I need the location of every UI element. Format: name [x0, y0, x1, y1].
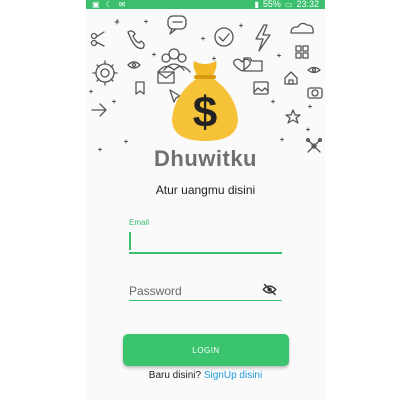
scissors-icon	[90, 31, 105, 47]
moon-icon: ☾	[105, 0, 113, 9]
status-time: 23:32	[296, 0, 319, 9]
email-field[interactable]	[129, 230, 282, 254]
signal-icon: ▮	[254, 0, 259, 9]
gear-icon	[92, 60, 118, 86]
cloud-icon	[290, 22, 314, 34]
email-label: Email	[129, 218, 150, 227]
battery-icon: ▭	[284, 0, 293, 9]
phone-call-icon	[127, 30, 145, 50]
chat-bubble-icon	[167, 15, 187, 35]
money-bag-logo: $	[172, 61, 238, 141]
camera-icon	[307, 87, 323, 99]
home-icon	[284, 71, 298, 85]
bookmark-icon	[135, 81, 145, 95]
signup-link[interactable]: SignUp disini	[204, 370, 262, 381]
status-left-icons: ▣ ☾ ✉	[92, 0, 125, 9]
signup-row: Baru disini? SignUp disini	[86, 370, 325, 381]
eye-doodle-right-icon	[307, 66, 321, 74]
app-subtitle: Atur uangmu disini	[155, 183, 256, 197]
svg-text:$: $	[193, 88, 217, 137]
signup-prompt: Baru disini?	[148, 370, 202, 381]
login-button[interactable]: LOGIN	[123, 334, 289, 366]
status-right-icons: ▮ 55% ▭ 23:32	[254, 0, 319, 9]
notification-icon: ▣	[92, 0, 100, 9]
password-visibility-off-icon[interactable]	[262, 283, 277, 296]
message-icon: ✉	[118, 0, 126, 9]
grid-icon	[295, 45, 309, 59]
checkmark-circle-icon	[214, 27, 234, 47]
status-bar: ▣ ☾ ✉ ▮ 55% ▭ 23:32	[86, 0, 325, 9]
image-icon	[253, 81, 269, 95]
eye-doodle-icon	[127, 61, 141, 69]
text-cursor	[129, 232, 131, 250]
app-title: Dhuwitku	[154, 146, 257, 171]
star-icon	[285, 109, 301, 124]
battery-percent: 55%	[262, 0, 281, 9]
phone-screen: ▣ ☾ ✉ ▮ 55% ▭ 23:32 $ Dhuwitku Atur uang…	[86, 0, 325, 400]
lightning-icon	[255, 24, 271, 52]
password-field[interactable]	[129, 282, 282, 301]
back-arrow-icon	[91, 103, 107, 117]
